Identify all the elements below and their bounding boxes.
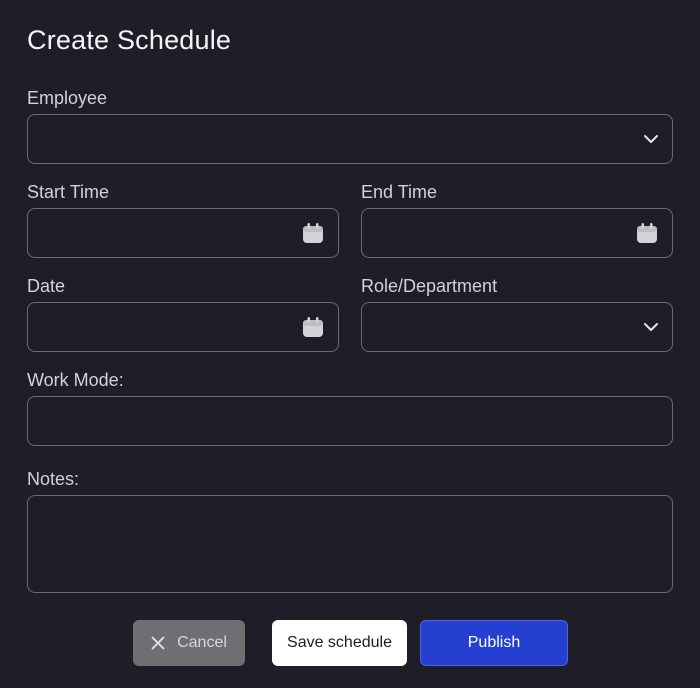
role-department-select[interactable] [361, 302, 673, 352]
work-mode-input[interactable] [27, 396, 673, 446]
date-input[interactable] [27, 302, 339, 352]
notes-label: Notes: [27, 469, 80, 489]
close-icon [151, 636, 165, 650]
date-label: Date [27, 276, 66, 296]
publish-button-label: Publish [467, 634, 521, 651]
end-time-input[interactable] [361, 208, 673, 258]
chevron-down-icon [643, 322, 659, 332]
notes-textarea[interactable] [27, 495, 673, 593]
dialog-title: Create Schedule [27, 25, 232, 55]
cancel-button-label: Cancel [177, 634, 227, 651]
chevron-down-icon [643, 134, 659, 144]
publish-button[interactable]: Publish [420, 620, 568, 666]
role-department-label: Role/Department [361, 276, 498, 296]
calendar-icon[interactable] [635, 221, 659, 245]
calendar-icon[interactable] [301, 315, 325, 339]
work-mode-label: Work Mode: [27, 370, 124, 390]
create-schedule-dialog: Create Schedule Employee Start Time End … [0, 0, 700, 688]
calendar-icon[interactable] [301, 221, 325, 245]
save-schedule-button[interactable]: Save schedule [272, 620, 407, 666]
start-time-input[interactable] [27, 208, 339, 258]
employee-select[interactable] [27, 114, 673, 164]
save-schedule-button-label: Save schedule [287, 634, 392, 651]
employee-label: Employee [27, 88, 108, 108]
start-time-label: Start Time [27, 182, 110, 202]
cancel-button[interactable]: Cancel [133, 620, 245, 666]
end-time-label: End Time [361, 182, 438, 202]
